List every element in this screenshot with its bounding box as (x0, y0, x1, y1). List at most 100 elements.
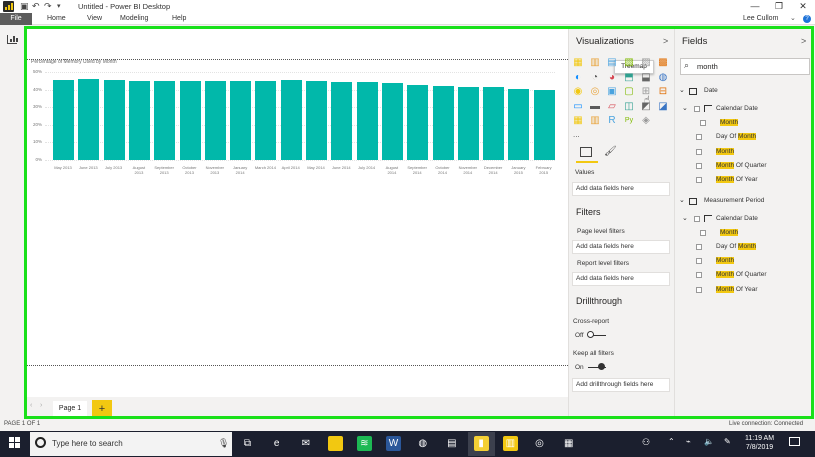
chart-bar[interactable] (103, 79, 125, 160)
microphone-icon[interactable]: 🎙 (218, 438, 229, 449)
customize-toolbar-icon[interactable]: ▾ (57, 2, 61, 11)
field-checkbox[interactable] (696, 286, 702, 293)
field-row[interactable]: Month (716, 147, 735, 157)
field-row[interactable]: Month Of Quarter (716, 161, 767, 171)
file-explorer-icon[interactable] (327, 436, 343, 451)
chart-bar[interactable] (457, 86, 479, 160)
edge-icon[interactable]: e (269, 436, 285, 451)
visual-type-icon[interactable]: ▥ (590, 58, 600, 68)
field-checkbox[interactable] (700, 229, 706, 236)
hierarchy-name[interactable]: Calendar Date (716, 214, 758, 224)
tab-view[interactable]: View (87, 13, 102, 25)
save-icon[interactable]: ▣ (20, 2, 29, 11)
chart-bar[interactable] (204, 80, 226, 160)
chart-bar[interactable] (280, 80, 302, 160)
hierarchy-checkbox[interactable] (694, 106, 700, 112)
chrome-icon[interactable]: ◎ (532, 436, 547, 451)
chart-bar[interactable] (255, 80, 277, 160)
visual-type-icon[interactable]: ◐ (573, 72, 583, 83)
visual-type-icon[interactable]: ◫ (624, 101, 634, 112)
field-checkbox[interactable] (700, 120, 706, 126)
visual-type-icon[interactable]: ◔ (590, 72, 600, 83)
visual-type-icon[interactable]: ▩ (658, 58, 668, 68)
minimize-icon[interactable]: — (743, 0, 767, 13)
notifications-icon[interactable] (789, 437, 800, 446)
visual-type-icon[interactable]: Py (624, 116, 634, 126)
taskbar-search-input[interactable]: Type here to search (30, 432, 232, 456)
tab-help[interactable]: Help (172, 13, 186, 25)
field-row[interactable]: Month Of Year (716, 175, 758, 185)
chart-bar[interactable] (53, 80, 74, 160)
chart-bar[interactable] (230, 80, 252, 160)
powerbi-report-icon[interactable]: ▥ (502, 436, 518, 451)
word-icon[interactable]: W (386, 436, 401, 451)
visual-type-icon[interactable]: ◩ (641, 101, 651, 112)
report-view-icon[interactable] (7, 35, 18, 44)
visual-type-icon[interactable]: ⬓ (641, 72, 651, 83)
expand-ribbon-icon[interactable]: ⌄ (790, 14, 796, 22)
visual-type-icon[interactable]: ▦ (573, 58, 583, 68)
user-name[interactable]: Lee Cullom (743, 13, 778, 25)
expand-hierarchy-icon[interactable]: ⌄ (682, 214, 688, 222)
show-hidden-icons-icon[interactable]: ⌃ (668, 437, 675, 446)
pen-icon[interactable]: ✎ (724, 437, 731, 446)
expand-hierarchy-icon[interactable]: ⌄ (682, 104, 688, 112)
spotify-icon[interactable]: ≋ (356, 436, 372, 451)
visual-type-icon[interactable]: ▦ (573, 116, 583, 126)
field-row[interactable]: Month (720, 118, 739, 128)
chart-bar[interactable] (128, 80, 150, 160)
field-checkbox[interactable] (696, 177, 702, 184)
table-name[interactable]: Measurement Period (704, 196, 764, 206)
visual-type-icon[interactable]: ◈ (641, 116, 651, 126)
field-row[interactable]: Day Of Month (716, 132, 757, 142)
restore-icon[interactable]: ❐ (767, 0, 791, 13)
visual-type-icon[interactable]: ◪ (658, 101, 668, 112)
visual-type-icon[interactable]: R (607, 116, 617, 126)
field-row[interactable]: Month (720, 228, 739, 238)
expand-table-icon[interactable]: ⌄ (679, 86, 685, 94)
visual-type-icon[interactable]: ▨ (641, 58, 651, 68)
chart-bar[interactable] (432, 86, 454, 160)
visual-type-icon[interactable]: ▥ (590, 116, 600, 126)
chart-bar[interactable] (407, 85, 429, 160)
visual-type-icon[interactable]: ▣ (607, 87, 617, 97)
field-row[interactable]: Month Of Year (716, 285, 758, 295)
table-name[interactable]: Date (704, 86, 718, 96)
hierarchy-name[interactable]: Calendar Date (716, 104, 758, 114)
visual-type-icon[interactable]: ▱ (607, 101, 617, 112)
visual-type-icon[interactable]: ◕ (607, 72, 617, 83)
chart-bar[interactable] (356, 81, 378, 160)
tab-home[interactable]: Home (47, 13, 66, 25)
visual-type-icon[interactable]: ▤ (607, 58, 617, 68)
field-checkbox[interactable] (696, 258, 702, 265)
field-checkbox[interactable] (696, 148, 702, 155)
task-view-icon[interactable]: ⧉ (240, 436, 255, 451)
visual-type-icon[interactable]: ◎ (590, 87, 600, 97)
help-icon[interactable]: ? (803, 15, 811, 23)
calculator-app-icon[interactable]: ▦ (561, 436, 577, 451)
chart-bar[interactable] (306, 80, 327, 160)
chart-bar[interactable] (508, 89, 530, 160)
network-icon[interactable]: ⌁ (686, 437, 691, 446)
field-row[interactable]: Month Of Quarter (716, 270, 767, 280)
visual-type-icon[interactable]: ▬ (590, 101, 600, 112)
visual-type-icon[interactable]: ▭ (573, 101, 583, 112)
field-checkbox[interactable] (696, 272, 702, 279)
close-icon[interactable]: ✕ (791, 0, 815, 13)
people-icon[interactable]: ⚇ (642, 437, 650, 448)
file-tab[interactable]: File (0, 13, 32, 25)
hierarchy-checkbox[interactable] (694, 215, 700, 222)
tab-modeling[interactable]: Modeling (120, 13, 148, 25)
volume-icon[interactable]: 🔈 (704, 437, 714, 446)
field-row[interactable]: Month (716, 256, 735, 266)
chart-bar[interactable] (179, 81, 201, 160)
chart-bar[interactable] (331, 82, 353, 160)
chart-bar[interactable] (154, 80, 176, 160)
expand-table-icon[interactable]: ⌄ (679, 196, 685, 204)
visual-type-icon[interactable]: ▧ (624, 58, 634, 68)
visual-type-icon[interactable]: ◉ (573, 87, 583, 97)
chart-bar[interactable] (78, 79, 100, 160)
visual-type-icon[interactable]: ◍ (658, 72, 668, 83)
field-checkbox[interactable] (696, 134, 702, 141)
field-checkbox[interactable] (696, 243, 702, 250)
